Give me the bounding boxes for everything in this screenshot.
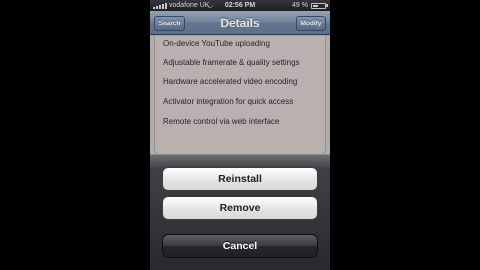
reinstall-button[interactable]: Reinstall — [162, 167, 318, 191]
action-sheet: Reinstall Remove Cancel — [150, 154, 330, 270]
remove-button[interactable]: Remove — [162, 196, 318, 220]
phone-screen: vodafone UK ◡ 02:56 PM 49 % Search Detai… — [150, 0, 330, 270]
cancel-button[interactable]: Cancel — [162, 234, 318, 258]
